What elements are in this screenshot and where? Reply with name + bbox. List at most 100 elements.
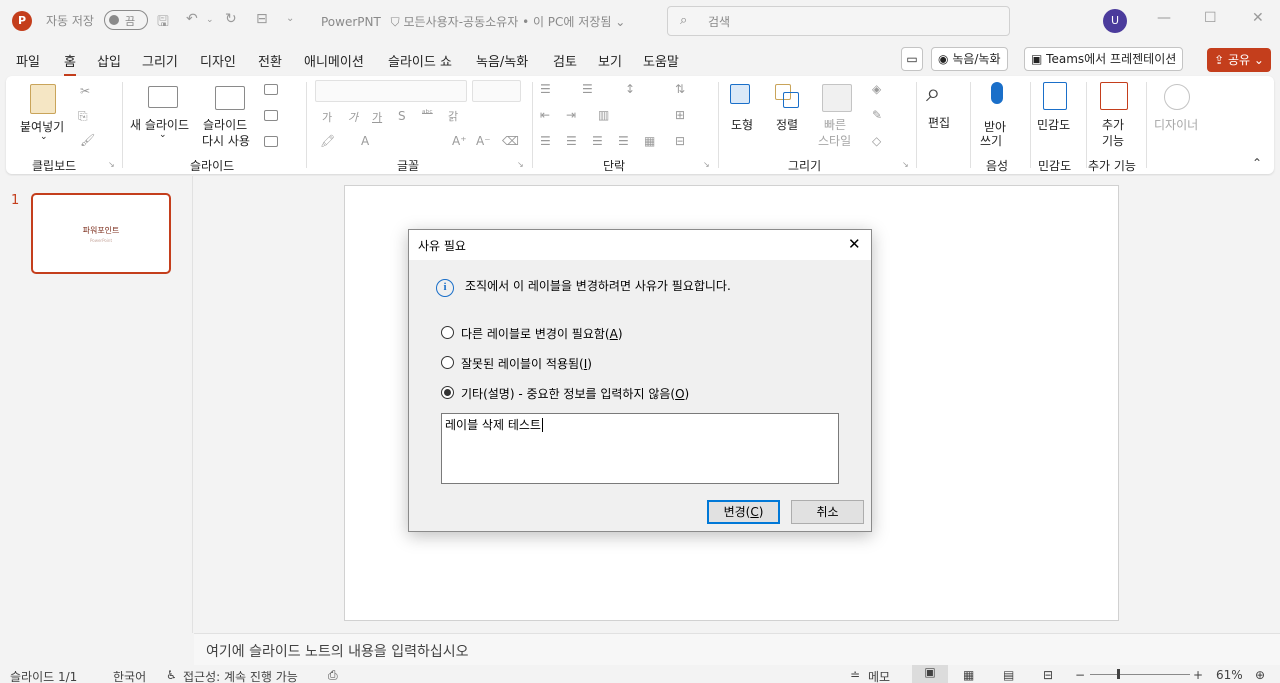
decrease-indent-icon[interactable]: ⇤ [540, 108, 550, 122]
decrease-font-icon[interactable]: A⁻ [476, 134, 491, 148]
save-icon[interactable]: 🖫 [157, 11, 169, 35]
notes-pane[interactable]: 여기에 슬라이드 노트의 내용을 입력하십시오 [194, 633, 1280, 665]
tab-transitions[interactable]: 전환 [258, 51, 282, 70]
format-painter-icon[interactable]: 🖌 [80, 133, 95, 147]
bold-button[interactable]: 가 [322, 109, 332, 125]
font-name-select[interactable] [315, 80, 467, 102]
clear-format-icon[interactable]: ⌫ [502, 134, 519, 148]
accessibility-status[interactable]: 접근성: 계속 진행 가능 [183, 668, 298, 683]
radio-change-label-text[interactable]: 다른 레이블로 변경이 필요함(A) [461, 325, 623, 342]
columns-icon[interactable]: ▥ [598, 108, 609, 122]
reading-view-icon[interactable]: ▤ [1003, 668, 1014, 682]
tab-animations[interactable]: 애니메이션 [304, 51, 364, 70]
comments-button[interactable]: ▭ [901, 47, 923, 71]
radio-wrong-label-text[interactable]: 잘못된 레이블이 적용됨(I) [461, 355, 592, 372]
align-right-icon[interactable]: ☰ [592, 134, 603, 148]
group-voice: 음성 [986, 159, 1009, 173]
tab-home[interactable]: 홈 [64, 51, 76, 76]
notes-toggle-button[interactable]: 메모 [868, 668, 890, 683]
highlight-icon[interactable]: 🖍 [320, 134, 335, 148]
distribute-icon[interactable]: ▦ [644, 134, 655, 148]
record-button[interactable]: ◉ 녹음/녹화 [931, 47, 1008, 71]
align-left-icon[interactable]: ☰ [540, 134, 551, 148]
zoom-slider-thumb[interactable] [1117, 669, 1120, 679]
strikethrough-button[interactable]: ᵃᵇᶜ [422, 109, 433, 119]
close-icon[interactable]: ✕ [848, 235, 861, 253]
save-location: • 이 PC에 저장됨 [522, 15, 612, 29]
text-direction-icon[interactable]: ⇅ [675, 82, 685, 96]
cut-icon[interactable]: ✂ [80, 84, 90, 98]
increase-font-icon[interactable]: A⁺ [452, 134, 467, 148]
radio-other[interactable] [441, 386, 454, 399]
align-text-icon[interactable]: ⊞ [675, 108, 685, 122]
teams-present-button[interactable]: ▣ Teams에서 프레젠테이션 [1024, 47, 1184, 71]
align-center-icon[interactable]: ☰ [566, 134, 577, 148]
tab-design[interactable]: 디자인 [200, 51, 236, 70]
numbering-icon[interactable]: ☰ [582, 82, 593, 96]
redo-icon[interactable]: ↻ [225, 11, 237, 27]
font-color-icon[interactable]: A [361, 134, 369, 148]
radio-other-text[interactable]: 기타(설명) - 중요한 정보를 입력하지 않음(O) [461, 385, 689, 402]
display-settings-icon[interactable]: ⎙ [328, 668, 338, 683]
shape-fill-icon[interactable]: ◈ [872, 82, 881, 96]
shape-effects-icon[interactable]: ◇ [872, 134, 881, 148]
tab-file[interactable]: 파일 [16, 51, 40, 70]
dialog-launcher-icon[interactable]: ↘ [517, 160, 524, 169]
zoom-slider[interactable] [1090, 674, 1190, 675]
tab-insert[interactable]: 삽입 [97, 51, 121, 70]
avatar[interactable]: U [1103, 9, 1127, 33]
char-spacing-button[interactable]: 갉 [448, 108, 458, 124]
shape-outline-icon[interactable]: ✎ [872, 108, 882, 122]
copy-icon[interactable]: ⎘ [78, 109, 88, 124]
slide-thumbnail[interactable]: 파워포인트 PowerPoint [31, 193, 171, 274]
italic-button[interactable]: 가 [348, 109, 358, 125]
line-spacing-icon[interactable]: ↕ [625, 82, 635, 96]
justify-icon[interactable]: ☰ [618, 134, 629, 148]
shadow-button[interactable]: S [398, 109, 406, 123]
zoom-out-icon[interactable]: − [1075, 668, 1085, 682]
reuse-slide-icon [215, 86, 245, 110]
present-icon[interactable]: ⊟ [256, 11, 268, 27]
maximize-icon[interactable]: ☐ [1204, 10, 1217, 26]
tab-review[interactable]: 검토 [553, 51, 577, 70]
reset-icon[interactable] [264, 110, 278, 121]
normal-view-icon[interactable]: ▣ [912, 665, 948, 683]
radio-wrong-label[interactable] [441, 356, 454, 369]
zoom-in-icon[interactable]: + [1193, 668, 1203, 682]
smartart-icon[interactable]: ⊟ [675, 134, 685, 148]
increase-indent-icon[interactable]: ⇥ [566, 108, 576, 122]
font-size-select[interactable] [472, 80, 521, 102]
cancel-button[interactable]: 취소 [791, 500, 864, 524]
dialog-launcher-icon[interactable]: ↘ [108, 160, 115, 169]
tab-record[interactable]: 녹음/녹화 [476, 51, 528, 70]
change-button[interactable]: 변경(C) [707, 500, 780, 524]
justification-textarea[interactable]: 레이블 삭제 테스트​ [441, 413, 839, 484]
tab-slideshow[interactable]: 슬라이드 쇼 [388, 51, 452, 70]
document-title[interactable]: PowerPNT ⛉ 모든사용자-공동소유자 • 이 PC에 저장됨 ⌄ [321, 13, 625, 30]
justification-dialog: 사유 필요 ✕ i 조직에서 이 레이블을 변경하려면 사유가 필요합니다. 다… [408, 229, 872, 532]
dialog-launcher-icon[interactable]: ↘ [703, 160, 710, 169]
tab-view[interactable]: 보기 [598, 51, 622, 70]
slideshow-view-icon[interactable]: ⊟ [1043, 668, 1053, 682]
language-status[interactable]: 한국어 [113, 668, 146, 683]
undo-dropdown-icon[interactable]: ⌄ [206, 15, 214, 25]
share-button[interactable]: ⇪ 공유 ⌄ [1207, 48, 1271, 72]
collapse-ribbon-icon[interactable]: ⌃ [1252, 156, 1262, 170]
undo-icon[interactable]: ↶ [186, 11, 198, 27]
tab-help[interactable]: 도움말 [643, 51, 679, 70]
zoom-level[interactable]: 61% [1216, 668, 1243, 682]
slide-sorter-icon[interactable]: ▦ [963, 668, 974, 682]
underline-button[interactable]: 가 [372, 109, 382, 125]
fit-to-window-icon[interactable]: ⊕ [1255, 668, 1265, 682]
autosave-toggle[interactable]: 끔 [104, 10, 148, 30]
bullets-icon[interactable]: ☰ [540, 82, 551, 96]
customize-toolbar-icon[interactable]: ⌄ [286, 13, 294, 24]
tab-draw[interactable]: 그리기 [142, 51, 178, 70]
radio-change-label[interactable] [441, 326, 454, 339]
close-window-icon[interactable]: ✕ [1252, 10, 1264, 26]
search-box[interactable]: ⌕ 검색 [667, 6, 1010, 36]
section-icon[interactable] [264, 136, 278, 147]
dialog-launcher-icon[interactable]: ↘ [902, 160, 909, 169]
layout-icon[interactable] [264, 84, 278, 95]
minimize-icon[interactable]: — [1157, 10, 1171, 26]
